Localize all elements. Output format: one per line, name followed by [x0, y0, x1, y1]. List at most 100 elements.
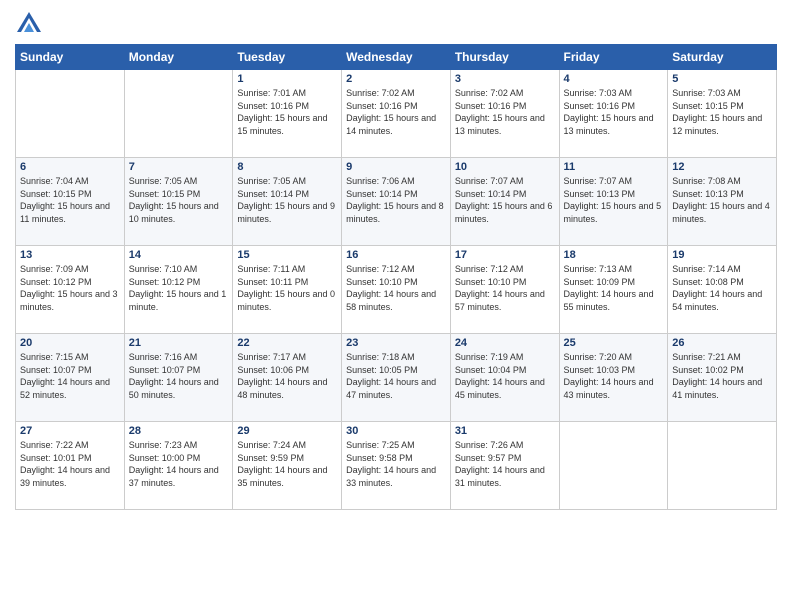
day-info: Sunrise: 7:02 AMSunset: 10:16 PMDaylight…: [455, 87, 555, 137]
calendar-cell: 22 Sunrise: 7:17 AMSunset: 10:06 PMDaylig…: [233, 334, 342, 422]
day-info: Sunrise: 7:01 AMSunset: 10:16 PMDaylight…: [237, 87, 337, 137]
day-number: 2: [346, 73, 446, 85]
calendar-cell: 30Sunrise: 7:25 AMSunset: 9:58 PMDayligh…: [342, 422, 451, 510]
header: [15, 10, 777, 38]
calendar-cell: 31Sunrise: 7:26 AMSunset: 9:57 PMDayligh…: [450, 422, 559, 510]
calendar-cell: 10 Sunrise: 7:07 AMSunset: 10:14 PMDaylig…: [450, 158, 559, 246]
calendar-cell: 25 Sunrise: 7:20 AMSunset: 10:03 PMDaylig…: [559, 334, 668, 422]
day-info: Sunrise: 7:04 AMSunset: 10:15 PMDaylight…: [20, 175, 120, 225]
weekday-tuesday: Tuesday: [233, 45, 342, 70]
day-number: 29: [237, 425, 337, 437]
day-number: 19: [672, 249, 772, 261]
weekday-saturday: Saturday: [668, 45, 777, 70]
day-info: Sunrise: 7:11 AMSunset: 10:11 PMDaylight…: [237, 263, 337, 313]
day-number: 26: [672, 337, 772, 349]
calendar-table: SundayMondayTuesdayWednesdayThursdayFrid…: [15, 44, 777, 510]
weekday-sunday: Sunday: [16, 45, 125, 70]
day-info: Sunrise: 7:12 AMSunset: 10:10 PMDaylight…: [346, 263, 446, 313]
weekday-header-row: SundayMondayTuesdayWednesdayThursdayFrid…: [16, 45, 777, 70]
calendar-cell: 28 Sunrise: 7:23 AMSunset: 10:00 PMDaylig…: [124, 422, 233, 510]
day-number: 24: [455, 337, 555, 349]
page: SundayMondayTuesdayWednesdayThursdayFrid…: [0, 0, 792, 612]
day-info: Sunrise: 7:19 AMSunset: 10:04 PMDaylight…: [455, 351, 555, 401]
day-info: Sunrise: 7:12 AMSunset: 10:10 PMDaylight…: [455, 263, 555, 313]
day-info: Sunrise: 7:06 AMSunset: 10:14 PMDaylight…: [346, 175, 446, 225]
day-number: 7: [129, 161, 229, 173]
calendar-cell: [124, 70, 233, 158]
day-info: Sunrise: 7:02 AMSunset: 10:16 PMDaylight…: [346, 87, 446, 137]
day-number: 13: [20, 249, 120, 261]
day-info: Sunrise: 7:13 AMSunset: 10:09 PMDaylight…: [564, 263, 664, 313]
calendar-cell: [668, 422, 777, 510]
weekday-wednesday: Wednesday: [342, 45, 451, 70]
calendar-week-2: 6 Sunrise: 7:04 AMSunset: 10:15 PMDayligh…: [16, 158, 777, 246]
day-info: Sunrise: 7:07 AMSunset: 10:13 PMDaylight…: [564, 175, 664, 225]
calendar-cell: 17 Sunrise: 7:12 AMSunset: 10:10 PMDaylig…: [450, 246, 559, 334]
day-info: Sunrise: 7:17 AMSunset: 10:06 PMDaylight…: [237, 351, 337, 401]
calendar-cell: 19 Sunrise: 7:14 AMSunset: 10:08 PMDaylig…: [668, 246, 777, 334]
calendar-cell: 3 Sunrise: 7:02 AMSunset: 10:16 PMDayligh…: [450, 70, 559, 158]
day-info: Sunrise: 7:08 AMSunset: 10:13 PMDaylight…: [672, 175, 772, 225]
day-number: 16: [346, 249, 446, 261]
calendar-cell: 14 Sunrise: 7:10 AMSunset: 10:12 PMDaylig…: [124, 246, 233, 334]
day-info: Sunrise: 7:23 AMSunset: 10:00 PMDaylight…: [129, 439, 229, 489]
weekday-friday: Friday: [559, 45, 668, 70]
logo-icon: [15, 10, 43, 38]
calendar-cell: 20 Sunrise: 7:15 AMSunset: 10:07 PMDaylig…: [16, 334, 125, 422]
calendar-cell: 5Sunrise: 7:03 AMSunset: 10:15 PMDayligh…: [668, 70, 777, 158]
calendar-week-1: 1 Sunrise: 7:01 AMSunset: 10:16 PMDayligh…: [16, 70, 777, 158]
day-number: 21: [129, 337, 229, 349]
day-number: 1: [237, 73, 337, 85]
day-info: Sunrise: 7:20 AMSunset: 10:03 PMDaylight…: [564, 351, 664, 401]
calendar-cell: [16, 70, 125, 158]
day-info: Sunrise: 7:15 AMSunset: 10:07 PMDaylight…: [20, 351, 120, 401]
day-number: 18: [564, 249, 664, 261]
day-info: Sunrise: 7:16 AMSunset: 10:07 PMDaylight…: [129, 351, 229, 401]
calendar-cell: 12 Sunrise: 7:08 AMSunset: 10:13 PMDaylig…: [668, 158, 777, 246]
calendar-cell: 13 Sunrise: 7:09 AMSunset: 10:12 PMDaylig…: [16, 246, 125, 334]
day-number: 12: [672, 161, 772, 173]
calendar-week-5: 27 Sunrise: 7:22 AMSunset: 10:01 PMDaylig…: [16, 422, 777, 510]
calendar-cell: 18 Sunrise: 7:13 AMSunset: 10:09 PMDaylig…: [559, 246, 668, 334]
day-info: Sunrise: 7:22 AMSunset: 10:01 PMDaylight…: [20, 439, 120, 489]
calendar-cell: 8Sunrise: 7:05 AMSunset: 10:14 PMDayligh…: [233, 158, 342, 246]
day-number: 8: [237, 161, 337, 173]
day-number: 28: [129, 425, 229, 437]
day-info: Sunrise: 7:10 AMSunset: 10:12 PMDaylight…: [129, 263, 229, 313]
day-number: 27: [20, 425, 120, 437]
day-info: Sunrise: 7:24 AMSunset: 9:59 PMDaylight:…: [237, 439, 337, 489]
day-number: 25: [564, 337, 664, 349]
day-number: 4: [564, 73, 664, 85]
day-number: 20: [20, 337, 120, 349]
calendar-cell: 27 Sunrise: 7:22 AMSunset: 10:01 PMDaylig…: [16, 422, 125, 510]
calendar-cell: 7Sunrise: 7:05 AMSunset: 10:15 PMDayligh…: [124, 158, 233, 246]
weekday-thursday: Thursday: [450, 45, 559, 70]
calendar-cell: 21 Sunrise: 7:16 AMSunset: 10:07 PMDaylig…: [124, 334, 233, 422]
logo: [15, 10, 47, 38]
day-number: 17: [455, 249, 555, 261]
day-info: Sunrise: 7:07 AMSunset: 10:14 PMDaylight…: [455, 175, 555, 225]
day-number: 14: [129, 249, 229, 261]
day-number: 23: [346, 337, 446, 349]
day-info: Sunrise: 7:21 AMSunset: 10:02 PMDaylight…: [672, 351, 772, 401]
calendar-cell: 2 Sunrise: 7:02 AMSunset: 10:16 PMDayligh…: [342, 70, 451, 158]
day-info: Sunrise: 7:14 AMSunset: 10:08 PMDaylight…: [672, 263, 772, 313]
calendar-cell: 4Sunrise: 7:03 AMSunset: 10:16 PMDayligh…: [559, 70, 668, 158]
day-number: 10: [455, 161, 555, 173]
calendar-week-3: 13 Sunrise: 7:09 AMSunset: 10:12 PMDaylig…: [16, 246, 777, 334]
calendar-cell: 23 Sunrise: 7:18 AMSunset: 10:05 PMDaylig…: [342, 334, 451, 422]
calendar-cell: 9Sunrise: 7:06 AMSunset: 10:14 PMDayligh…: [342, 158, 451, 246]
calendar-cell: 24 Sunrise: 7:19 AMSunset: 10:04 PMDaylig…: [450, 334, 559, 422]
day-number: 11: [564, 161, 664, 173]
day-number: 22: [237, 337, 337, 349]
calendar-cell: 11 Sunrise: 7:07 AMSunset: 10:13 PMDaylig…: [559, 158, 668, 246]
calendar-cell: 26 Sunrise: 7:21 AMSunset: 10:02 PMDaylig…: [668, 334, 777, 422]
day-info: Sunrise: 7:09 AMSunset: 10:12 PMDaylight…: [20, 263, 120, 313]
calendar-cell: 15 Sunrise: 7:11 AMSunset: 10:11 PMDaylig…: [233, 246, 342, 334]
day-number: 3: [455, 73, 555, 85]
day-number: 15: [237, 249, 337, 261]
day-info: Sunrise: 7:18 AMSunset: 10:05 PMDaylight…: [346, 351, 446, 401]
calendar-cell: [559, 422, 668, 510]
calendar-cell: 6 Sunrise: 7:04 AMSunset: 10:15 PMDayligh…: [16, 158, 125, 246]
day-number: 6: [20, 161, 120, 173]
